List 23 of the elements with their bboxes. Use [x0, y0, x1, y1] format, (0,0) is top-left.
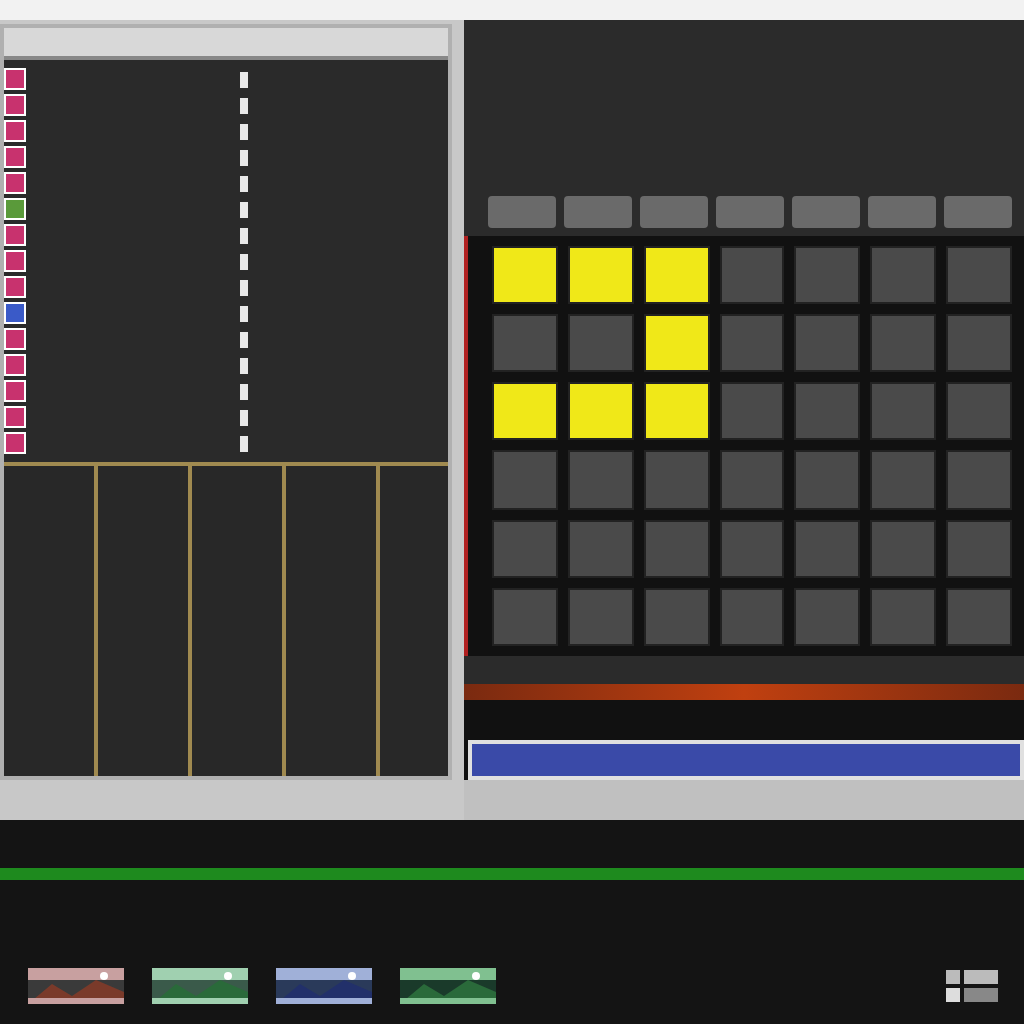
meter-segment: [240, 357, 248, 373]
meter-segment: [240, 253, 248, 269]
meter-segment: [240, 201, 248, 217]
pad[interactable]: [492, 382, 558, 441]
meter-segment: [240, 409, 248, 425]
meter-segment: [240, 175, 248, 191]
pad[interactable]: [492, 246, 558, 305]
grid-view-icon[interactable]: [944, 968, 1000, 1004]
meter-segment: [240, 383, 248, 399]
meter-segment: [240, 435, 248, 451]
pad[interactable]: [643, 314, 710, 373]
pad[interactable]: [567, 246, 634, 305]
meter-segment: [240, 71, 248, 87]
meter-segment: [240, 227, 248, 243]
meter-segment: [240, 279, 248, 295]
meter-segment: [240, 331, 248, 347]
meter-segment: [240, 123, 248, 139]
pad[interactable]: [567, 382, 634, 441]
meter-segment: [240, 149, 248, 165]
pad[interactable]: [643, 382, 710, 441]
meter-segment: [240, 305, 248, 321]
pad[interactable]: [643, 246, 710, 305]
meter-segment: [240, 97, 248, 113]
